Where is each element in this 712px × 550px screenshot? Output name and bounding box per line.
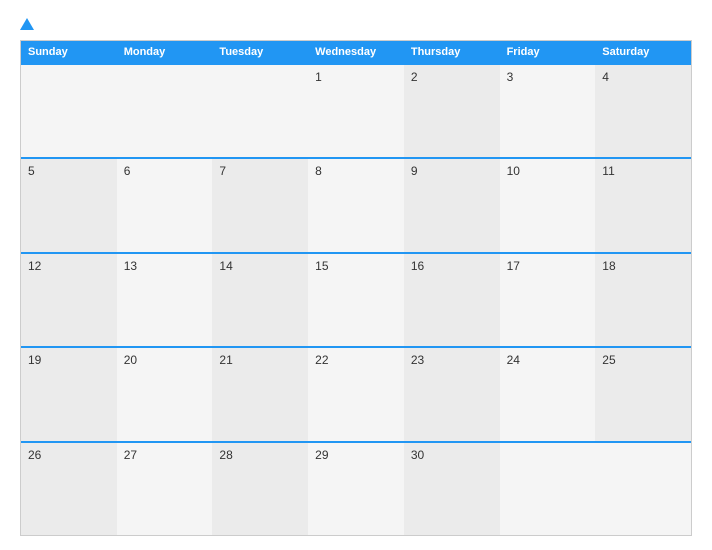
day-number: 19 [28,353,41,367]
day-number: 27 [124,448,137,462]
calendar-cell: 24 [500,348,596,440]
calendar-cell: 5 [21,159,117,251]
day-number: 30 [411,448,424,462]
day-number: 7 [219,164,226,178]
day-number: 12 [28,259,41,273]
day-number: 3 [507,70,514,84]
calendar-cell: 23 [404,348,500,440]
calendar-grid: SundayMondayTuesdayWednesdayThursdayFrid… [20,40,692,536]
calendar-header-row: SundayMondayTuesdayWednesdayThursdayFrid… [21,41,691,63]
calendar-cell: 6 [117,159,213,251]
calendar-page: SundayMondayTuesdayWednesdayThursdayFrid… [0,0,712,550]
calendar-cell: 21 [212,348,308,440]
calendar-cell: 18 [595,254,691,346]
day-number: 11 [602,164,614,178]
calendar-cell: 17 [500,254,596,346]
logo-blue-text [20,18,37,30]
calendar-cell: 26 [21,443,117,535]
logo-triangle-icon [20,18,34,30]
day-number: 21 [219,353,232,367]
calendar-cell [500,443,596,535]
day-number: 24 [507,353,520,367]
calendar-cell: 4 [595,65,691,157]
day-number: 17 [507,259,520,273]
calendar-cell: 2 [404,65,500,157]
logo [20,18,37,30]
calendar-cell: 1 [308,65,404,157]
calendar-cell: 28 [212,443,308,535]
day-number: 22 [315,353,328,367]
day-number: 26 [28,448,41,462]
calendar-cell: 10 [500,159,596,251]
calendar-cell: 8 [308,159,404,251]
calendar-week-5: 26 27 28 29 30 [21,441,691,535]
day-number: 9 [411,164,418,178]
calendar-cell: 14 [212,254,308,346]
calendar-week-2: 5 6 7 8 9 10 11 [21,157,691,251]
calendar-header-day-monday: Monday [117,41,213,63]
calendar-cell: 15 [308,254,404,346]
calendar-header-day-sunday: Sunday [21,41,117,63]
calendar-week-4: 19 20 21 22 23 24 25 [21,346,691,440]
day-number: 13 [124,259,137,273]
calendar-cell [595,443,691,535]
calendar-cell: 7 [212,159,308,251]
calendar-cell [117,65,213,157]
calendar-body: 1234567891011121314151617181920212223242… [21,63,691,535]
calendar-header-day-thursday: Thursday [404,41,500,63]
calendar-week-3: 12 13 14 15 16 17 18 [21,252,691,346]
day-number: 14 [219,259,232,273]
calendar-header-day-wednesday: Wednesday [308,41,404,63]
day-number: 16 [411,259,424,273]
day-number: 29 [315,448,328,462]
calendar-cell: 29 [308,443,404,535]
calendar-cell: 22 [308,348,404,440]
calendar-cell [21,65,117,157]
calendar-cell: 20 [117,348,213,440]
calendar-cell: 3 [500,65,596,157]
calendar-cell: 12 [21,254,117,346]
header [20,18,692,30]
calendar-cell: 13 [117,254,213,346]
calendar-cell: 11 [595,159,691,251]
day-number: 23 [411,353,424,367]
day-number: 28 [219,448,232,462]
day-number: 5 [28,164,35,178]
day-number: 1 [315,70,322,84]
calendar-cell: 16 [404,254,500,346]
day-number: 6 [124,164,131,178]
day-number: 18 [602,259,615,273]
calendar-header-day-friday: Friday [500,41,596,63]
day-number: 15 [315,259,328,273]
calendar-cell: 19 [21,348,117,440]
day-number: 20 [124,353,137,367]
calendar-cell: 30 [404,443,500,535]
calendar-cell [212,65,308,157]
calendar-cell: 27 [117,443,213,535]
day-number: 25 [602,353,615,367]
calendar-cell: 25 [595,348,691,440]
calendar-header-day-saturday: Saturday [595,41,691,63]
day-number: 2 [411,70,418,84]
calendar-week-1: 1 2 3 4 [21,63,691,157]
calendar-cell: 9 [404,159,500,251]
calendar-header-day-tuesday: Tuesday [212,41,308,63]
day-number: 4 [602,70,609,84]
day-number: 8 [315,164,322,178]
day-number: 10 [507,164,520,178]
